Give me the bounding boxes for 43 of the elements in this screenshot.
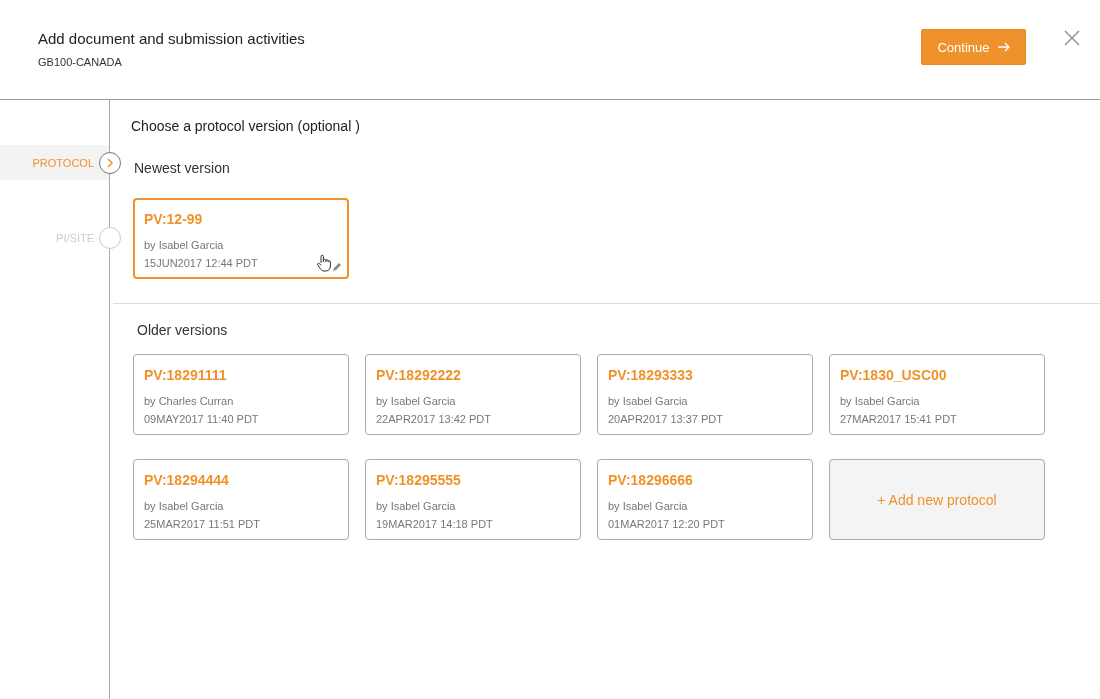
version-name: PV:18291111: [144, 367, 227, 383]
version-date: 01MAR2017 12:20 PDT: [608, 517, 725, 532]
version-date: 22APR2017 13:42 PDT: [376, 412, 491, 427]
older-heading: Older versions: [137, 322, 229, 338]
version-name: PV:1830_USC00: [840, 367, 947, 383]
chevron-circle-icon: [99, 151, 121, 174]
version-author: by Isabel Garcia: [840, 394, 920, 409]
version-card[interactable]: PV:1830_USC00 by Isabel Garcia 27MAR2017 15:41 PDT: [829, 354, 1045, 435]
version-card[interactable]: PV:18292222 by Isabel Garcia 22APR2017 13:42 PDT: [365, 354, 581, 435]
newest-heading: Newest version: [134, 160, 231, 176]
arrow-right-icon: [997, 42, 1010, 52]
version-card[interactable]: PV:18295555 by Isabel Garcia 19MAR2017 14:18 PDT: [365, 459, 581, 540]
version-card[interactable]: PV:18294444 by Isabel Garcia 25MAR2017 11:51 PDT: [133, 459, 349, 540]
version-date: 27MAR2017 15:41 PDT: [840, 412, 957, 427]
version-author: by Isabel Garcia: [608, 499, 688, 514]
version-author: by Charles Curran: [144, 394, 234, 409]
version-name: PV:18292222: [376, 367, 461, 383]
version-author: by Isabel Garcia: [608, 394, 688, 409]
version-name: PV:18294444: [144, 472, 229, 488]
hand-cursor-icon: [316, 254, 332, 272]
version-name: PV:18296666: [608, 472, 693, 488]
version-card[interactable]: PV:12-99 by Isabel Garcia 15JUN2017 12:44 PDT: [133, 198, 349, 279]
version-name: PV:18295555: [376, 472, 461, 488]
version-name: PV:18293333: [608, 367, 693, 383]
close-button[interactable]: [1064, 30, 1080, 46]
version-card[interactable]: PV:18291111 by Charles Curran 09MAY2017 11:40 PDT: [133, 354, 349, 435]
version-card[interactable]: PV:18293333 by Isabel Garcia 20APR2017 13:37 PDT: [597, 354, 813, 435]
version-author: by Isabel Garcia: [376, 394, 456, 409]
version-author: by Isabel Garcia: [144, 238, 224, 253]
version-date: 15JUN2017 12:44 PDT: [144, 256, 258, 271]
dialog-title: Add document and submission activities: [38, 30, 306, 47]
version-date: 19MAR2017 14:18 PDT: [376, 517, 493, 532]
dialog-subtitle: GB100-CANADA: [38, 56, 123, 68]
version-name: PV:12-99: [144, 211, 203, 227]
version-author: by Isabel Garcia: [376, 499, 456, 514]
version-date: 20APR2017 13:37 PDT: [608, 412, 723, 427]
pencil-icon[interactable]: [332, 263, 341, 272]
circle-icon: [99, 226, 121, 249]
version-author: by Isabel Garcia: [144, 499, 224, 514]
version-date: 09MAY2017 11:40 PDT: [144, 412, 259, 427]
version-date: 25MAR2017 11:51 PDT: [144, 517, 260, 532]
version-card[interactable]: PV:18296666 by Isabel Garcia 01MAR2017 12:20 PDT: [597, 459, 813, 540]
section-heading: Choose a protocol version (optional ): [131, 118, 361, 134]
